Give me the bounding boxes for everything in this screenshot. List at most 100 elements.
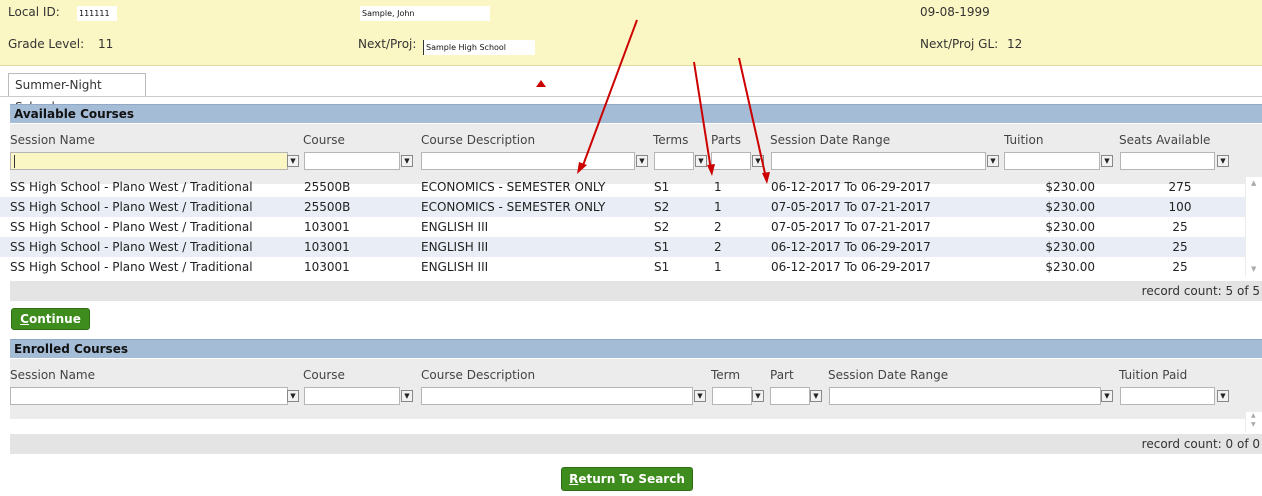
table-row[interactable]: SS High School - Plano West / Traditiona… — [0, 177, 1245, 197]
dropdown-arrow-icon[interactable]: ▼ — [636, 155, 648, 167]
filter-session-date-range-input[interactable] — [771, 152, 986, 170]
filter-tuition-paid-input[interactable] — [1120, 387, 1215, 405]
dropdown-arrow-icon[interactable]: ▼ — [694, 390, 706, 402]
cell-term: S1 — [654, 260, 670, 274]
scroll-down-icon[interactable]: ▼ — [1251, 265, 1256, 273]
annotation-marker — [536, 80, 546, 87]
table-row[interactable]: SS High School - Plano West / Traditiona… — [0, 237, 1245, 257]
available-courses-header: Available Courses — [10, 104, 1262, 123]
available-courses-column-header: Session Name Course Course Description T… — [10, 124, 1262, 184]
filter-parts-input[interactable] — [711, 152, 751, 170]
filter-course-description-input[interactable] — [421, 387, 693, 405]
cell-seats-available: 275 — [1168, 180, 1192, 194]
enrolled-courses-scrollbar[interactable]: ▲ ▼ — [1245, 412, 1262, 432]
cell-session-date-range: 07-05-2017 To 07-21-2017 — [771, 200, 931, 214]
filter-tuition-input[interactable] — [1004, 152, 1100, 170]
col-terms[interactable]: Terms — [653, 133, 688, 147]
cell-seats-available: 100 — [1168, 200, 1192, 214]
filter-course-input[interactable] — [304, 152, 400, 170]
filter-course-description-input[interactable] — [421, 152, 635, 170]
col-session-date-range[interactable]: Session Date Range — [828, 368, 948, 382]
filter-session-name-input[interactable] — [10, 387, 288, 405]
table-row[interactable]: SS High School - Plano West / Traditiona… — [0, 217, 1245, 237]
col-part[interactable]: Part — [770, 368, 794, 382]
return-button-label: eturn To Search — [578, 472, 685, 486]
scroll-up-icon[interactable]: ▲ — [1251, 179, 1256, 187]
date-of-birth-value: 09-08-1999 — [920, 5, 990, 19]
continue-button[interactable]: Continue — [11, 308, 90, 330]
cell-part: 1 — [714, 180, 722, 194]
col-session-date-range[interactable]: Session Date Range — [770, 133, 890, 147]
continue-button-label: ontinue — [28, 312, 81, 326]
cell-course-description: ECONOMICS - SEMESTER ONLY — [421, 200, 606, 214]
available-record-count: record count: 5 of 5 — [10, 281, 1262, 301]
cell-session-date-range: 06-12-2017 To 06-29-2017 — [771, 260, 931, 274]
dropdown-arrow-icon[interactable]: ▼ — [752, 155, 764, 167]
filter-session-date-range-input[interactable] — [829, 387, 1101, 405]
cell-part: 1 — [714, 260, 722, 274]
cell-course: 103001 — [304, 240, 350, 254]
cell-tuition: $230.00 — [1045, 220, 1095, 234]
col-course[interactable]: Course — [303, 133, 345, 147]
dropdown-arrow-icon[interactable]: ▼ — [401, 390, 413, 402]
table-row[interactable]: SS High School - Plano West / Traditiona… — [0, 197, 1245, 217]
col-term[interactable]: Term — [711, 368, 740, 382]
cell-course-description: ECONOMICS - SEMESTER ONLY — [421, 180, 606, 194]
available-courses-scrollbar[interactable]: ▲ ▼ — [1245, 177, 1262, 277]
filter-course-input[interactable] — [304, 387, 400, 405]
scroll-down-icon[interactable]: ▼ — [1251, 421, 1256, 428]
cell-session-name: SS High School - Plano West / Traditiona… — [10, 260, 253, 274]
enrolled-record-count: record count: 0 of 0 — [10, 434, 1262, 454]
dropdown-arrow-icon[interactable]: ▼ — [1217, 155, 1229, 167]
dropdown-arrow-icon[interactable]: ▼ — [695, 155, 707, 167]
enrolled-courses-column-header: Session Name Course Course Description T… — [10, 359, 1262, 419]
grade-level-label: Grade Level: — [8, 37, 85, 51]
tab-divider — [0, 96, 1262, 97]
cell-part: 2 — [714, 240, 722, 254]
col-tuition-paid[interactable]: Tuition Paid — [1119, 368, 1187, 382]
filter-seats-available-input[interactable] — [1120, 152, 1215, 170]
cell-session-date-range: 06-12-2017 To 06-29-2017 — [771, 240, 931, 254]
local-id-label: Local ID: — [8, 5, 60, 19]
cell-session-name: SS High School - Plano West / Traditiona… — [10, 220, 253, 234]
tab-summer-night-school[interactable]: Summer-Night School — [8, 73, 146, 114]
filter-terms-input[interactable] — [654, 152, 694, 170]
cell-tuition: $230.00 — [1045, 180, 1095, 194]
dropdown-arrow-icon[interactable]: ▼ — [1101, 390, 1113, 402]
col-course-description[interactable]: Course Description — [421, 133, 535, 147]
return-to-search-button[interactable]: Return To Search — [561, 467, 693, 491]
dropdown-arrow-icon[interactable]: ▼ — [287, 390, 299, 402]
filter-session-name-input[interactable] — [10, 152, 288, 170]
dropdown-arrow-icon[interactable]: ▼ — [810, 390, 822, 402]
available-courses-table: SS High School - Plano West / Traditiona… — [0, 177, 1245, 277]
filter-term-input[interactable] — [712, 387, 752, 405]
cell-course-description: ENGLISH III — [421, 240, 489, 254]
scroll-up-icon[interactable]: ▲ — [1251, 412, 1256, 419]
cell-part: 2 — [714, 220, 722, 234]
col-seats-available[interactable]: Seats Available — [1119, 133, 1210, 147]
col-session-name[interactable]: Session Name — [10, 133, 95, 147]
col-course-description[interactable]: Course Description — [421, 368, 535, 382]
next-proj-label: Next/Proj: — [358, 37, 417, 51]
table-row[interactable]: SS High School - Plano West / Traditiona… — [0, 257, 1245, 277]
dropdown-arrow-icon[interactable]: ▼ — [987, 155, 999, 167]
dropdown-arrow-icon[interactable]: ▼ — [752, 390, 764, 402]
cell-term: S2 — [654, 220, 670, 234]
cell-session-date-range: 07-05-2017 To 07-21-2017 — [771, 220, 931, 234]
col-course[interactable]: Course — [303, 368, 345, 382]
dropdown-arrow-icon[interactable]: ▼ — [401, 155, 413, 167]
cell-course: 25500B — [304, 200, 351, 214]
col-tuition[interactable]: Tuition — [1004, 133, 1043, 147]
dropdown-arrow-icon[interactable]: ▼ — [287, 155, 299, 167]
col-parts[interactable]: Parts — [711, 133, 741, 147]
cell-tuition: $230.00 — [1045, 260, 1095, 274]
filter-part-input[interactable] — [770, 387, 810, 405]
cell-course-description: ENGLISH III — [421, 220, 489, 234]
col-session-name[interactable]: Session Name — [10, 368, 95, 382]
cell-seats-available: 25 — [1172, 220, 1188, 234]
next-proj-value: Sample High School — [423, 40, 535, 55]
student-info-bar: Local ID: 111111 Sample, John 09-08-1999… — [0, 0, 1262, 66]
enrolled-courses-table — [0, 412, 1245, 432]
dropdown-arrow-icon[interactable]: ▼ — [1217, 390, 1229, 402]
dropdown-arrow-icon[interactable]: ▼ — [1101, 155, 1113, 167]
